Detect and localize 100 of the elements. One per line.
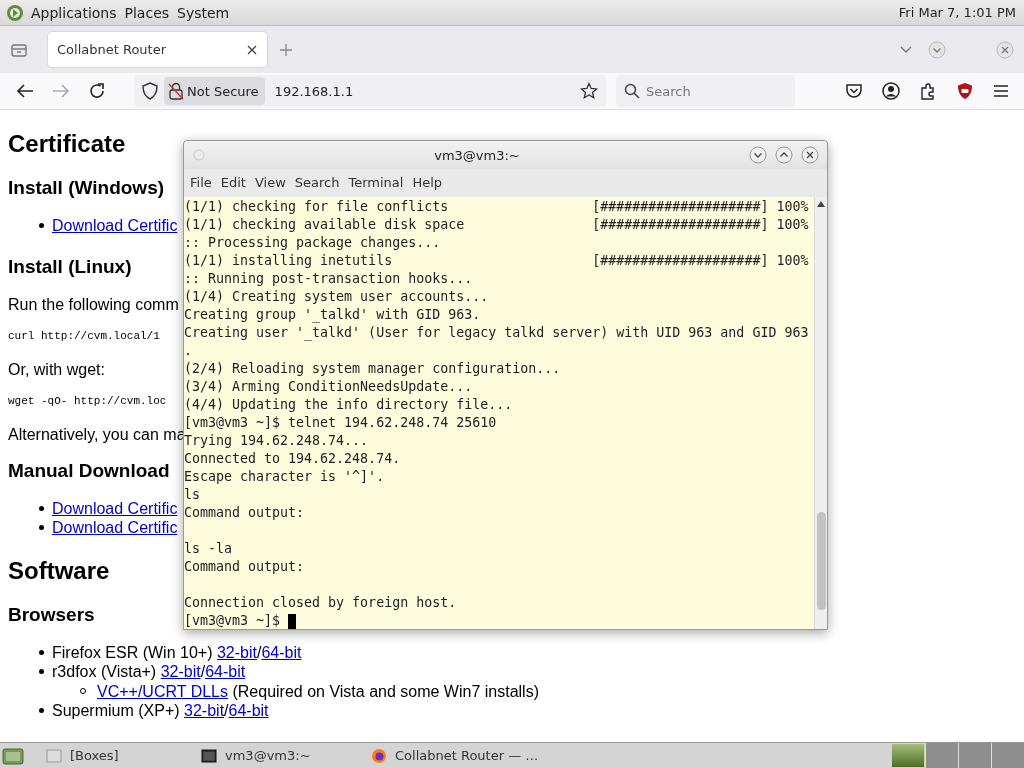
star-icon[interactable] xyxy=(580,82,598,100)
link[interactable]: 32-bit xyxy=(216,643,257,661)
terminal-line: . xyxy=(184,342,193,360)
taskbar-button[interactable]: [Boxes] xyxy=(38,743,193,768)
menu-item[interactable]: Edit xyxy=(219,174,252,190)
clock[interactable]: Fri Mar 7, 1:01 PM xyxy=(898,5,1018,20)
link[interactable]: VC++/UCRT DLLs xyxy=(97,682,228,700)
terminal-line: :: Processing package changes... xyxy=(184,234,442,252)
terminal-line: (1/4) Creating system user accounts... xyxy=(184,288,490,306)
puzzle-icon[interactable] xyxy=(919,82,937,100)
terminal-line: ls xyxy=(184,486,201,504)
scroll-up-icon[interactable] xyxy=(817,201,825,207)
new-tab-icon[interactable] xyxy=(279,42,293,57)
terminal-line: (1/1) checking for file conflicts [####################] 100% xyxy=(184,198,810,216)
link[interactable]: 64-bit xyxy=(228,702,269,719)
list-item: r3dfox (Vista+) 32-bit/64-bit xyxy=(52,662,246,682)
terminal-line: Creating user '_talkd' (User for legacy talkd server) with UID 963 and GID 963 xyxy=(184,324,810,342)
text-cursor xyxy=(288,613,297,629)
distro-logo-icon[interactable] xyxy=(6,3,24,22)
terminal-line: (2/4) Reloading system manager configuration... xyxy=(184,360,562,378)
window-title: vm3@vm3:~ xyxy=(433,147,521,163)
crossed-lock-icon xyxy=(168,82,184,100)
link[interactable]: 32-bit xyxy=(184,702,225,719)
menu-icon[interactable] xyxy=(993,84,1009,98)
command-text: wget -qO- http://cvm.loc xyxy=(8,393,167,408)
section-heading: Install (Linux) xyxy=(8,254,132,279)
page-heading: Certificate xyxy=(8,130,126,158)
paragraph: Or, with wget: xyxy=(8,359,105,380)
terminal-prompt: [vm3@vm3 ~]$ xyxy=(184,612,281,629)
list-item: VC++/UCRT DLLs (Required on Vista and some Win7 installs) xyxy=(97,681,539,701)
workspace[interactable] xyxy=(891,743,925,768)
bullet-icon xyxy=(39,708,44,714)
search-icon xyxy=(624,83,640,99)
link[interactable]: 64-bit xyxy=(205,663,246,680)
panel-menu[interactable]: Places xyxy=(123,4,171,21)
bullet-icon xyxy=(39,669,44,675)
link[interactable]: 32-bit xyxy=(160,663,201,680)
folder-icon xyxy=(46,747,62,764)
panel-menu[interactable]: Applications xyxy=(30,4,118,21)
reload-icon[interactable] xyxy=(88,82,106,100)
terminal-line: Trying 194.62.248.74... xyxy=(184,432,370,450)
bullet-icon xyxy=(39,649,44,655)
back-icon[interactable] xyxy=(16,83,34,99)
workspace[interactable] xyxy=(991,743,1024,768)
terminal-line: Creating group '_talkd' with GID 963. xyxy=(184,306,482,324)
scrollbar[interactable] xyxy=(814,197,827,629)
bullet-icon xyxy=(39,223,44,229)
terminal-line: Escape character is '^]'. xyxy=(184,468,386,486)
section-heading: Browsers xyxy=(8,602,95,627)
panel-menu[interactable]: System xyxy=(176,4,231,21)
menu-item[interactable]: Search xyxy=(293,174,346,190)
chevron-down-icon[interactable] xyxy=(900,45,912,54)
terminal-line: :: Running post-transaction hooks... xyxy=(184,270,474,288)
terminal-line: Command output: xyxy=(184,504,306,522)
bullet-icon xyxy=(39,525,44,531)
terminal-line: [vm3@vm3 ~]$ telnet 194.62.248.74 25610 xyxy=(184,414,498,432)
maximize-icon[interactable] xyxy=(775,146,793,164)
workspace[interactable] xyxy=(925,743,958,768)
terminal-line: (1/1) checking available disk space [####################] 100% xyxy=(184,216,810,234)
menu-item[interactable]: View xyxy=(253,174,292,190)
list-item: Supermium (XP+) 32-bit/64-bit xyxy=(52,701,269,721)
link[interactable]: Download Certific xyxy=(52,217,178,234)
close-icon[interactable] xyxy=(247,44,257,55)
terminal-line: (3/4) Arming ConditionNeedsUpdate... xyxy=(184,378,474,396)
browser-icon xyxy=(371,747,387,764)
shield-icon[interactable] xyxy=(142,82,158,100)
list-item: Firefox ESR (Win 10+) 32-bit/64-bit xyxy=(52,642,302,662)
browser-tab[interactable]: Collabnet Router xyxy=(48,32,267,67)
minimize-icon[interactable] xyxy=(749,146,767,164)
shield-extension-icon[interactable] xyxy=(956,82,974,100)
close-icon[interactable] xyxy=(801,146,819,164)
menu-item[interactable]: Help xyxy=(411,174,449,190)
terminal-line: Connection closed by foreign host. xyxy=(184,594,458,612)
url-text[interactable]: 192.168.1.1 xyxy=(274,83,354,99)
bullet-icon xyxy=(39,505,44,511)
terminal-line: (1/1) installing inetutils [####################] 100% xyxy=(184,252,810,270)
command-text: curl http://cvm.local/1 xyxy=(8,328,160,343)
terminal-line: (4/4) Updating the info directory file... xyxy=(184,396,514,414)
account-icon[interactable] xyxy=(882,82,900,100)
section-heading: Manual Download xyxy=(8,458,170,483)
workspace[interactable] xyxy=(958,743,991,768)
menu-item[interactable]: File xyxy=(189,174,218,190)
show-desktop-icon[interactable] xyxy=(2,746,24,765)
forward-icon[interactable] xyxy=(52,83,70,99)
taskbar-button[interactable]: vm3@vm3:~ xyxy=(193,743,363,768)
link[interactable]: Download Certific xyxy=(52,519,178,536)
scrollbar-thumb[interactable] xyxy=(816,512,826,610)
terminal-line: Command output: xyxy=(184,558,306,576)
page-heading: Software xyxy=(8,556,110,585)
address-bar[interactable]: Not Secure 192.168.1.1 xyxy=(134,75,606,107)
terminal-line: Connected to 194.62.248.74. xyxy=(184,450,402,468)
link[interactable]: Download Certific xyxy=(52,499,178,517)
pocket-icon[interactable] xyxy=(845,82,863,100)
search-field[interactable]: Search xyxy=(616,75,795,107)
paragraph: Run the following comm xyxy=(8,294,179,315)
link[interactable]: 64-bit xyxy=(261,643,302,661)
menu-item[interactable]: Terminal xyxy=(347,174,410,190)
terminal-icon xyxy=(201,747,217,764)
security-badge[interactable]: Not Secure xyxy=(164,77,265,105)
tab-list-icon[interactable] xyxy=(10,41,28,58)
